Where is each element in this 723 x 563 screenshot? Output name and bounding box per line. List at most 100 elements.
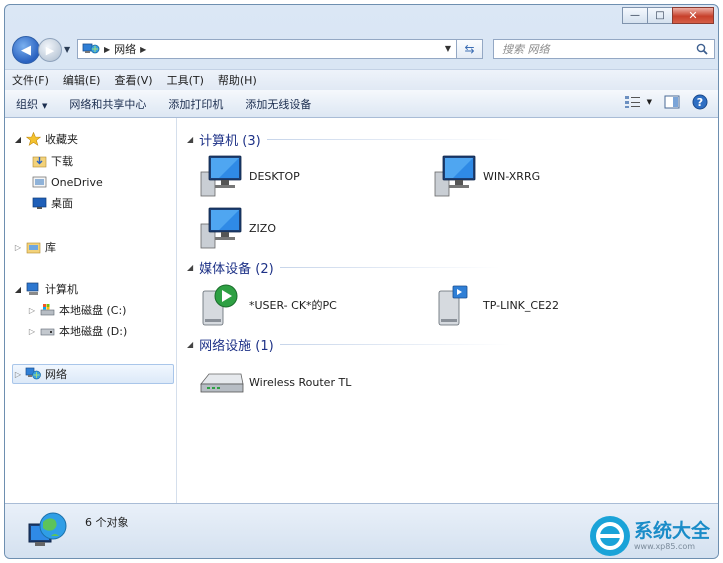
item-count: 6 个对象: [85, 516, 129, 529]
tree-item-computer[interactable]: ◢ 计算机: [13, 280, 78, 298]
onedrive-icon: [31, 175, 47, 189]
group-header-infrastructure[interactable]: ◢ 网络设施 (1): [187, 335, 510, 354]
device-item[interactable]: WIN-XRRG: [433, 154, 540, 198]
brand-url: www.xp85.com: [634, 541, 696, 551]
computer-icon: [200, 155, 242, 197]
downloads-folder-icon: [31, 154, 47, 168]
explorer-window: — □ ✕ ◀ ▶ ▼ ▶ 网络 ▶ ▼ ⇆ 搜索 网络 文件(F) 编辑(E)…: [4, 4, 719, 559]
add-wireless-button[interactable]: 添加无线设备: [234, 96, 322, 112]
organize-label: 组织: [16, 97, 38, 111]
tree-item-downloads[interactable]: 下载: [29, 152, 73, 170]
tree-label-disk-c: 本地磁盘 (C:): [59, 304, 127, 317]
menu-edit[interactable]: 编辑(E): [56, 72, 108, 88]
tree-item-disk-d[interactable]: ▷ 本地磁盘 (D:): [27, 322, 127, 340]
search-box[interactable]: 搜索 网络: [493, 39, 715, 59]
collapse-arrow-icon[interactable]: ▷: [13, 370, 23, 379]
view-controls: ▼ ?: [612, 94, 708, 110]
device-label: WIN-XRRG: [483, 169, 541, 183]
address-chevron-icon[interactable]: ▶: [104, 45, 110, 54]
tree-item-onedrive[interactable]: OneDrive: [29, 173, 103, 191]
menu-view[interactable]: 查看(V): [107, 72, 159, 88]
brand-title: 系统大全: [634, 520, 711, 543]
preview-pane-button[interactable]: [664, 95, 680, 109]
group-collapse-icon[interactable]: ◢: [187, 135, 193, 144]
device-item[interactable]: TP-LINK_CE22: [433, 283, 559, 327]
forward-arrow-icon: ▶: [45, 43, 55, 57]
group-label-infrastructure: 网络设施 (1): [199, 338, 274, 354]
menu-tools[interactable]: 工具(T): [160, 72, 211, 88]
help-button[interactable]: ?: [692, 94, 708, 110]
collapse-arrow-icon[interactable]: ▷: [27, 327, 37, 336]
search-input[interactable]: 搜索 网络: [502, 41, 696, 57]
group-label-media: 媒体设备 (2): [199, 261, 274, 277]
maximize-button[interactable]: □: [647, 7, 673, 24]
address-bar[interactable]: ▶ 网络 ▶ ▼: [77, 39, 457, 59]
tree-label-computer: 计算机: [45, 283, 78, 296]
address-chevron-icon[interactable]: ▶: [140, 45, 146, 54]
device-item[interactable]: *USER- CK*的PC: [199, 283, 337, 327]
search-icon[interactable]: [696, 43, 708, 55]
device-item[interactable]: Wireless Router TL: [199, 360, 351, 404]
star-icon: [25, 132, 41, 146]
device-label: Wireless Router TL: [249, 375, 352, 389]
back-button[interactable]: ◀: [12, 36, 40, 64]
device-label: TP-LINK_CE22: [483, 298, 560, 312]
refresh-button[interactable]: ⇆: [457, 39, 483, 59]
navigation-row: ◀ ▶ ▼ ▶ 网络 ▶ ▼ ⇆ 搜索 网络: [5, 35, 718, 65]
device-item[interactable]: ZIZO: [199, 206, 276, 250]
network-icon: [25, 367, 41, 381]
expand-arrow-icon[interactable]: ◢: [13, 285, 23, 294]
collapse-arrow-icon[interactable]: ▷: [13, 243, 23, 252]
view-list-icon: [624, 96, 640, 108]
minimize-button[interactable]: —: [622, 7, 648, 24]
tree-item-libraries[interactable]: ▷ 库: [13, 238, 56, 256]
media-player-icon: [202, 284, 238, 326]
disk-icon: [39, 324, 55, 338]
close-icon: ✕: [688, 9, 698, 22]
tree-label-favorites: 收藏夹: [45, 133, 78, 146]
device-label: DESKTOP: [249, 169, 300, 183]
back-arrow-icon: ◀: [21, 42, 31, 58]
tree-item-desktop[interactable]: 桌面: [29, 194, 73, 212]
svg-text:?: ?: [697, 96, 703, 109]
tree-label-libraries: 库: [45, 241, 56, 254]
menu-help[interactable]: 帮助(H): [211, 72, 264, 88]
command-bar: 组织 ▼ 网络和共享中心 添加打印机 添加无线设备 ▼ ?: [5, 90, 718, 118]
tree-item-disk-c[interactable]: ▷ 本地磁盘 (C:): [27, 301, 126, 319]
tree-label-network: 网络: [45, 368, 67, 381]
address-dropdown-icon[interactable]: ▼: [445, 44, 451, 53]
maximize-icon: □: [655, 9, 665, 21]
add-printer-button[interactable]: 添加打印机: [157, 96, 234, 112]
device-label: *USER- CK*的PC: [249, 299, 337, 312]
router-icon: [200, 373, 244, 393]
group-header-media[interactable]: ◢ 媒体设备 (2): [187, 258, 500, 277]
history-dropdown-icon[interactable]: ▼: [64, 45, 70, 54]
network-center-button[interactable]: 网络和共享中心: [58, 96, 157, 112]
change-view-button[interactable]: ▼: [624, 95, 652, 109]
device-label: ZIZO: [249, 221, 276, 235]
tree-item-favorites[interactable]: ◢ 收藏夹: [13, 130, 78, 148]
address-segment-network[interactable]: 网络: [114, 41, 136, 57]
chevron-down-icon: ▼: [646, 98, 652, 106]
tree-label-downloads: 下载: [51, 155, 73, 168]
collapse-arrow-icon[interactable]: ▷: [27, 306, 37, 315]
device-item[interactable]: DESKTOP: [199, 154, 300, 198]
group-collapse-icon[interactable]: ◢: [187, 263, 193, 272]
group-header-computers[interactable]: ◢ 计算机 (3): [187, 130, 512, 149]
tree-item-network[interactable]: ▷ 网络: [13, 365, 67, 383]
close-button[interactable]: ✕: [672, 7, 714, 24]
preview-pane-icon: [664, 95, 680, 109]
refresh-icon: ⇆: [464, 42, 475, 56]
menu-file[interactable]: 文件(F): [5, 72, 56, 88]
group-label-computers: 计算机 (3): [199, 133, 261, 149]
tree-label-onedrive: OneDrive: [51, 175, 103, 189]
forward-button[interactable]: ▶: [38, 38, 62, 62]
minimize-icon: —: [630, 9, 640, 21]
organize-button[interactable]: 组织 ▼: [5, 96, 58, 112]
group-collapse-icon[interactable]: ◢: [187, 340, 193, 349]
media-server-icon: [438, 285, 468, 326]
computer-icon: [200, 207, 242, 249]
expand-arrow-icon[interactable]: ◢: [13, 135, 23, 144]
computer-icon: [434, 155, 476, 197]
network-icon: [82, 43, 100, 54]
